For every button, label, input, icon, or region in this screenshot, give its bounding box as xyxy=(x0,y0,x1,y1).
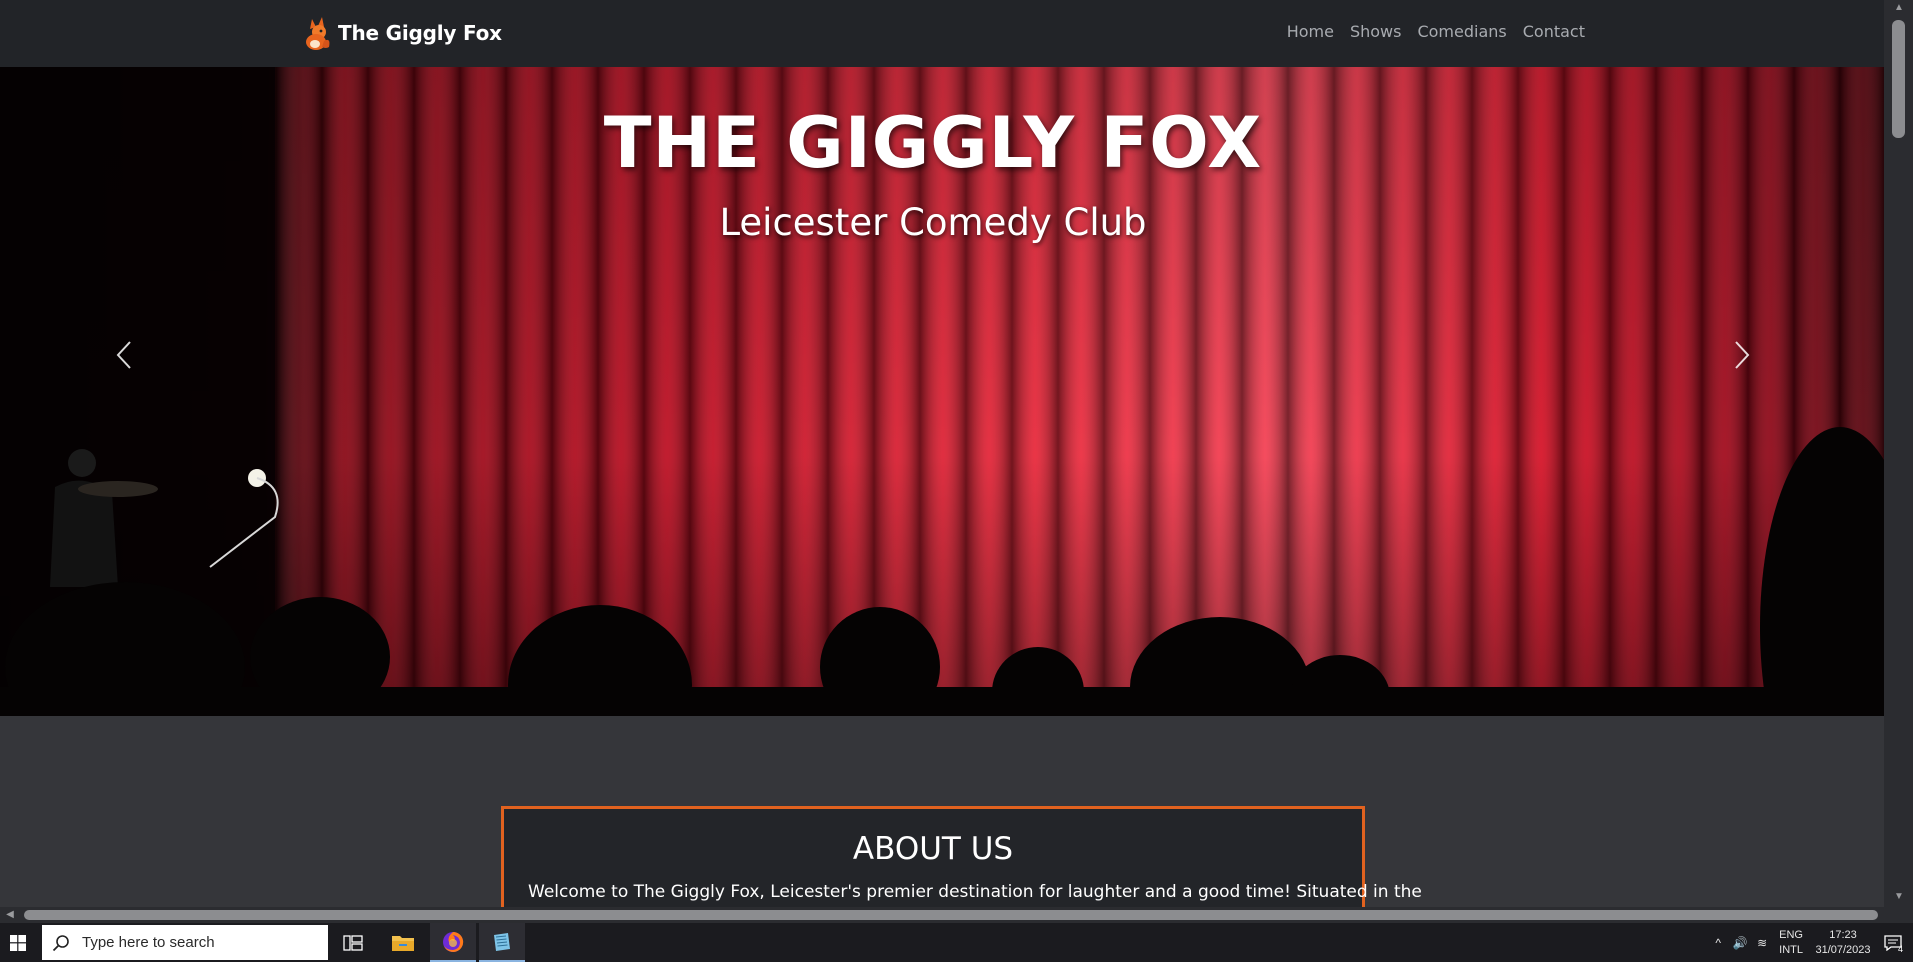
taskbar-search-box[interactable]: Type here to search xyxy=(42,925,328,960)
fox-logo-icon xyxy=(306,17,330,50)
chevron-left-icon xyxy=(116,341,131,369)
scroll-down-icon[interactable]: ▼ xyxy=(1893,891,1905,903)
navbar: The Giggly Fox Home Shows Comedians Cont… xyxy=(0,0,1884,67)
nav-link-shows[interactable]: Shows xyxy=(1350,22,1402,41)
task-view-icon xyxy=(343,934,363,951)
scrollbar-corner xyxy=(1884,907,1913,923)
about-title: ABOUT US xyxy=(852,831,1014,867)
nav-link-contact[interactable]: Contact xyxy=(1523,22,1585,41)
clock-time: 17:23 xyxy=(1829,928,1857,941)
notification-count: 4 xyxy=(1897,944,1903,954)
carousel-next-button[interactable] xyxy=(1722,335,1762,375)
search-icon xyxy=(52,934,69,951)
notepad-app-button[interactable] xyxy=(479,923,525,962)
windows-taskbar: Type here to search ^ 🔊 ≋ ENG INTL 17:23… xyxy=(0,923,1913,962)
browser-viewport: The Giggly Fox Home Shows Comedians Cont… xyxy=(0,0,1913,923)
scroll-left-icon[interactable]: ◀ xyxy=(4,909,16,921)
clock[interactable]: 17:23 31/07/2023 xyxy=(1813,928,1873,958)
scroll-up-icon[interactable]: ▲ xyxy=(1893,2,1905,14)
action-center-button[interactable]: 4 xyxy=(1873,923,1913,962)
brand-name: The Giggly Fox xyxy=(338,21,502,45)
horizontal-scroll-thumb[interactable] xyxy=(24,910,1878,920)
task-view-button[interactable] xyxy=(330,923,376,962)
search-placeholder: Type here to search xyxy=(82,934,215,951)
hero-carousel: THE GIGGLY FOX Leicester Comedy Club xyxy=(0,67,1884,716)
nav-link-home[interactable]: Home xyxy=(1287,22,1334,41)
brand-link[interactable]: The Giggly Fox xyxy=(302,13,502,53)
file-explorer-icon xyxy=(392,935,414,951)
firefox-icon xyxy=(443,931,464,952)
language-line2: INTL xyxy=(1779,943,1803,956)
vertical-scroll-thumb[interactable] xyxy=(1892,20,1905,138)
hero-subtitle: Leicester Comedy Club xyxy=(719,201,1147,244)
windows-start-icon xyxy=(10,934,26,951)
nav-link-comedians[interactable]: Comedians xyxy=(1417,22,1506,41)
language-indicator[interactable]: ENG INTL xyxy=(1779,928,1803,958)
start-button[interactable] xyxy=(0,923,36,962)
notepad-app-icon xyxy=(494,932,510,951)
volume-icon[interactable]: 🔊 xyxy=(1729,936,1751,950)
clock-date: 31/07/2023 xyxy=(1815,943,1871,956)
hero-title: THE GIGGLY FOX xyxy=(603,102,1263,184)
nav-links: Home Shows Comedians Contact xyxy=(1287,22,1585,41)
network-icon[interactable]: ≋ xyxy=(1751,936,1773,950)
about-section: ABOUT US Welcome to The Giggly Fox, Leic… xyxy=(501,806,1422,923)
file-explorer-button[interactable] xyxy=(380,923,426,962)
language-line1: ENG xyxy=(1779,928,1803,941)
about-text: Welcome to The Giggly Fox, Leicester's p… xyxy=(528,882,1422,902)
carousel-prev-button[interactable] xyxy=(104,335,144,375)
horizontal-scrollbar[interactable]: ◀ xyxy=(0,907,1884,923)
show-hidden-icons-icon[interactable]: ^ xyxy=(1707,936,1729,950)
chevron-right-icon xyxy=(1735,341,1750,369)
system-tray: ^ 🔊 ≋ ENG INTL 17:23 31/07/2023 4 xyxy=(1707,923,1913,962)
vertical-scrollbar[interactable]: ▲ ▼ xyxy=(1884,0,1913,907)
firefox-button[interactable] xyxy=(430,923,476,962)
